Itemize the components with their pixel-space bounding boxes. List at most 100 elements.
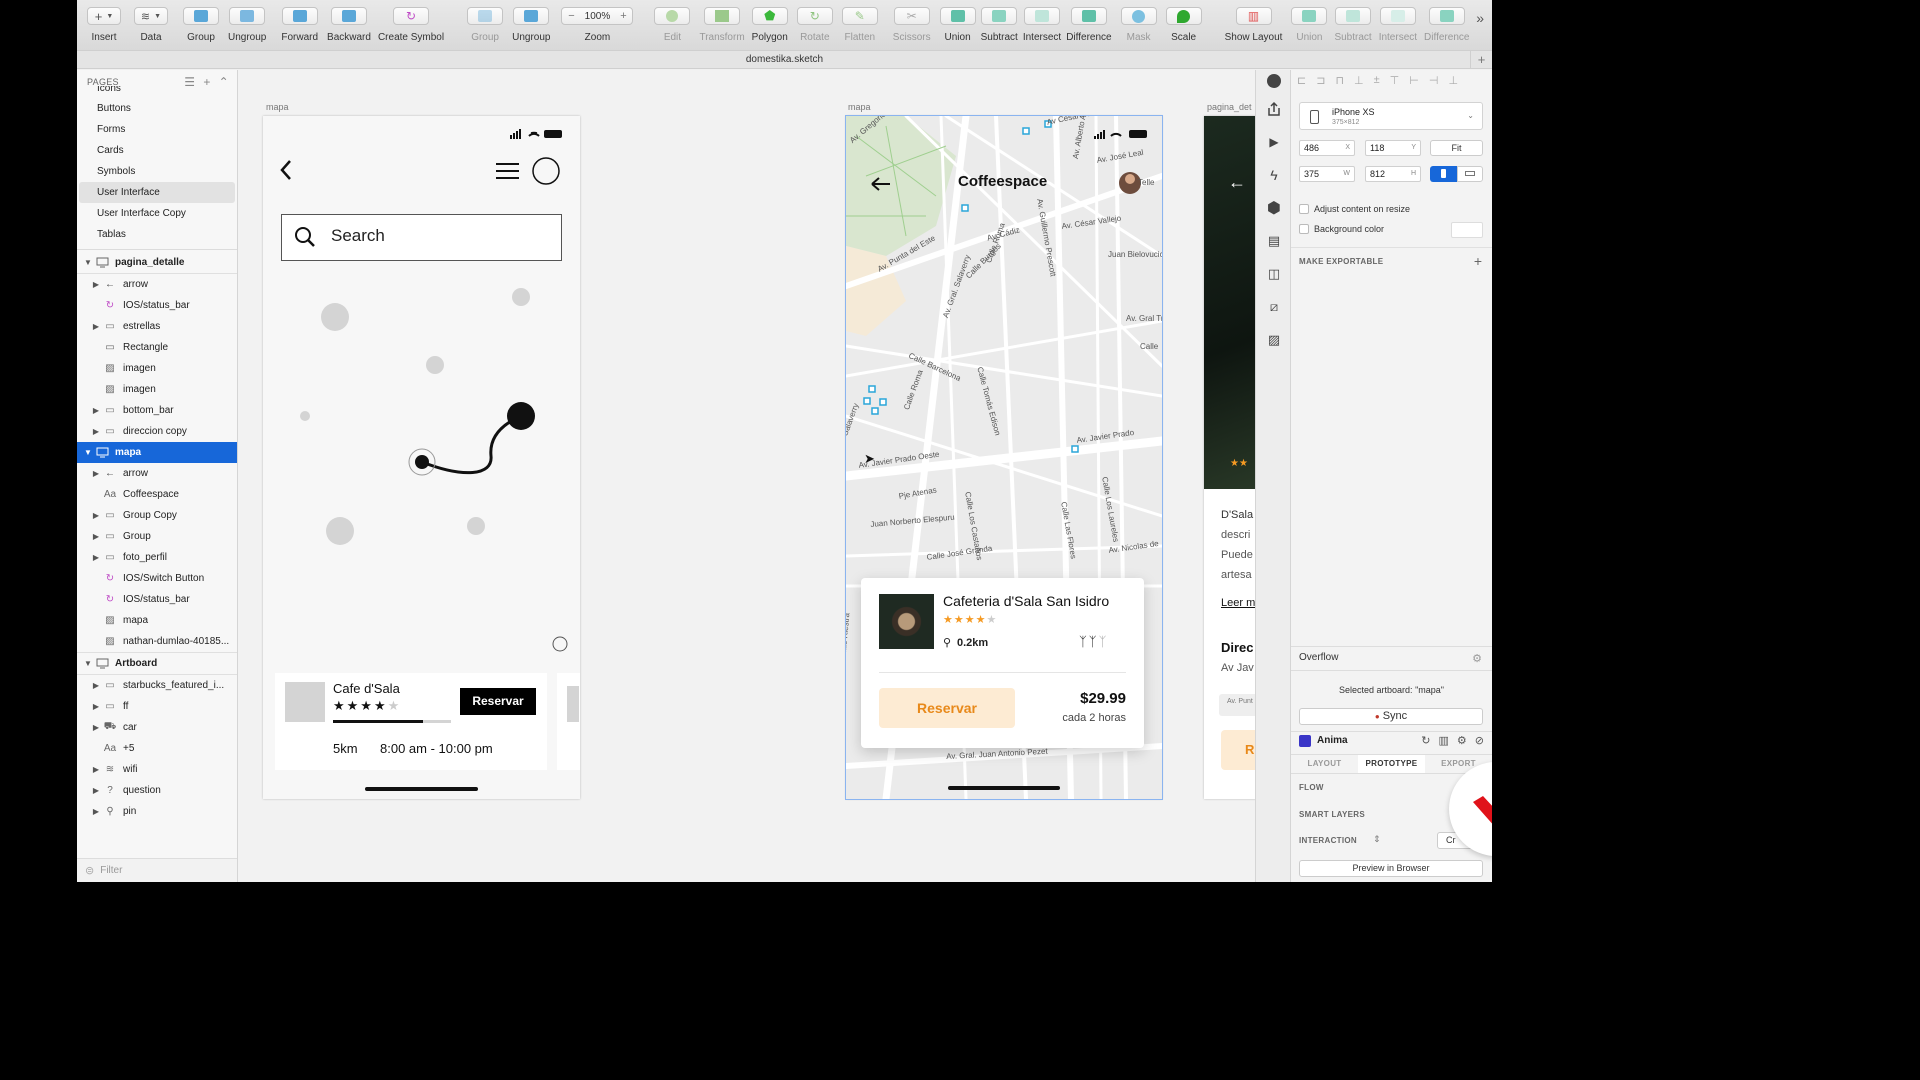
group-tool-2[interactable]: Group xyxy=(467,6,504,43)
width-field[interactable]: 375 W xyxy=(1299,166,1355,182)
intersect-tool[interactable]: Intersect xyxy=(1023,6,1061,43)
layer-row[interactable]: ↻ IOS/status_bar xyxy=(77,295,237,316)
panel-icon[interactable]: ▥ xyxy=(1439,734,1449,747)
page-user-interface[interactable]: User Interface xyxy=(79,182,235,203)
scissors-tool[interactable]: ✂ Scissors xyxy=(893,6,931,43)
disclosure-closed-icon[interactable]: ▶ xyxy=(91,807,101,816)
edit-tool[interactable]: Edit xyxy=(654,6,691,43)
hexagon-icon[interactable]: ⬢ xyxy=(1256,191,1292,224)
layer-row[interactable]: ▶ ⚲ pin xyxy=(77,801,237,822)
list-layout-icon[interactable]: ▤ xyxy=(1256,224,1292,257)
scale-tool[interactable]: Scale xyxy=(1165,6,1202,43)
adjust-content-checkbox[interactable]: Adjust content on resize xyxy=(1299,204,1410,214)
reservar-button[interactable]: Reservar xyxy=(879,688,1015,728)
add-export-icon[interactable]: + xyxy=(1474,253,1482,269)
layer-row[interactable]: ▨ imagen xyxy=(77,358,237,379)
subtract-tool-2[interactable]: Subtract xyxy=(1334,6,1372,43)
layer-row[interactable]: ↻ IOS/Switch Button xyxy=(77,568,237,589)
layer-row[interactable]: ▶ ▭ starbucks_featured_i... xyxy=(77,675,237,696)
layer-row[interactable]: ↻ IOS/status_bar xyxy=(77,589,237,610)
layer-row[interactable]: Aa +5 xyxy=(77,738,237,759)
page-symbols[interactable]: Symbols xyxy=(77,161,237,182)
landscape-toggle[interactable] xyxy=(1457,166,1483,182)
list-icon[interactable]: ☰ xyxy=(184,75,195,89)
layer-row[interactable]: ▨ mapa xyxy=(77,610,237,631)
union-tool[interactable]: Union xyxy=(939,6,976,43)
layer-row[interactable]: ▶ ← arrow xyxy=(77,274,237,295)
disclosure-closed-icon[interactable]: ▶ xyxy=(91,469,101,478)
layer-artboard[interactable]: ▼ Artboard xyxy=(77,653,237,674)
page-buttons[interactable]: Buttons xyxy=(77,98,237,119)
group-tool[interactable]: Group xyxy=(183,6,219,43)
difference-tool-2[interactable]: Difference xyxy=(1424,6,1469,43)
layer-row[interactable]: ▶ ▭ direccion copy xyxy=(77,421,237,442)
intersect-tool-2[interactable]: Intersect xyxy=(1379,6,1417,43)
disclosure-closed-icon[interactable]: ▶ xyxy=(91,723,101,732)
union-tool-2[interactable]: Union xyxy=(1291,6,1328,43)
image-icon[interactable]: ▨ xyxy=(1256,323,1292,356)
back-arrow-icon[interactable]: ← xyxy=(1228,172,1246,193)
backward-tool[interactable]: Backward xyxy=(327,6,371,43)
disclosure-open-icon[interactable]: ▼ xyxy=(83,448,93,457)
insert-tool[interactable]: + ▼ Insert xyxy=(87,6,121,43)
polygon-tool[interactable]: ⬟ Polygon xyxy=(752,6,788,43)
page-cards[interactable]: Cards xyxy=(77,140,237,161)
page-forms[interactable]: Forms xyxy=(77,119,237,140)
sync-button[interactable]: ● Sync xyxy=(1299,708,1483,725)
disclosure-closed-icon[interactable]: ▶ xyxy=(91,427,101,436)
toolbar-overflow-icon[interactable]: » xyxy=(1476,10,1484,26)
disclosure-closed-icon[interactable]: ▶ xyxy=(91,532,101,541)
create-symbol-tool[interactable]: ↻ Create Symbol xyxy=(378,6,444,43)
interaction-stepper-icon[interactable]: ⇕ xyxy=(1373,834,1381,845)
disclosure-closed-icon[interactable]: ▶ xyxy=(91,702,101,711)
disclosure-closed-icon[interactable]: ▶ xyxy=(91,553,101,562)
distribute-v-icon[interactable]: ⊣ xyxy=(1429,74,1439,87)
device-select[interactable]: iPhone XS 375×812 ⌄ xyxy=(1299,102,1483,130)
detail-reservar-button[interactable]: R xyxy=(1221,730,1255,770)
disclosure-closed-icon[interactable]: ▶ xyxy=(91,322,101,331)
layer-mapa[interactable]: ▼ mapa xyxy=(77,442,237,463)
layer-row[interactable]: ▭ Rectangle xyxy=(77,337,237,358)
gear-icon[interactable]: ⚙ xyxy=(1457,734,1467,747)
distribute-h-icon[interactable]: ⊢ xyxy=(1409,74,1419,87)
zoom-out-icon[interactable]: − xyxy=(568,10,574,22)
align-center-icon[interactable]: ⊐ xyxy=(1316,74,1325,87)
disclosure-open-icon[interactable]: ▼ xyxy=(83,258,93,267)
height-field[interactable]: 812 H xyxy=(1365,166,1421,182)
align-left-icon[interactable]: ⊏ xyxy=(1297,74,1306,87)
add-page-icon[interactable]: + xyxy=(203,75,210,89)
artboard-label-map[interactable]: mapa xyxy=(848,102,871,112)
disclosure-closed-icon[interactable]: ▶ xyxy=(91,681,101,690)
x-field[interactable]: 486 X xyxy=(1299,140,1355,156)
artboard-label-wireframe[interactable]: mapa xyxy=(266,102,289,112)
layer-row[interactable]: ▶ ▭ estrellas xyxy=(77,316,237,337)
fit-button[interactable]: Fit xyxy=(1430,140,1483,156)
page-user-interface-copy[interactable]: User Interface Copy xyxy=(77,203,237,224)
layer-row[interactable]: ▨ nathan-dumlao-40185... xyxy=(77,631,237,652)
ungroup-tool-2[interactable]: Ungroup xyxy=(512,6,550,43)
play-icon[interactable]: ▶ xyxy=(1256,125,1292,158)
page-icons[interactable]: Icons xyxy=(77,86,237,98)
lightning-icon[interactable]: ϟ xyxy=(1256,158,1292,191)
disclosure-closed-icon[interactable]: ▶ xyxy=(91,406,101,415)
add-tab-icon[interactable]: + xyxy=(1470,51,1492,68)
layer-row[interactable]: ▨ imagen xyxy=(77,379,237,400)
collapse-icon[interactable]: ⌃ xyxy=(219,75,229,89)
layer-row[interactable]: ▶ ⛟ car xyxy=(77,717,237,738)
portrait-toggle[interactable] xyxy=(1430,166,1457,182)
forward-tool[interactable]: Forward xyxy=(281,6,318,43)
zoom-in-icon[interactable]: + xyxy=(620,10,626,22)
layer-row[interactable]: ▶ ▭ Group xyxy=(77,526,237,547)
disclosure-closed-icon[interactable]: ▶ xyxy=(91,511,101,520)
layer-row[interactable]: ▶? question xyxy=(77,780,237,801)
difference-tool[interactable]: Difference xyxy=(1066,6,1112,43)
data-tool[interactable]: ≋ ▼ Data xyxy=(134,6,168,43)
align-top-icon[interactable]: ⊥ xyxy=(1354,74,1364,87)
align-right-icon[interactable]: ⊓ xyxy=(1335,74,1344,87)
page-tablas[interactable]: Tablas xyxy=(77,224,237,245)
layer-row[interactable]: ▶ ≋ wifi xyxy=(77,759,237,780)
detail-artboard[interactable]: ← ★★ D'Sala descri Puede artesa Leer m D… xyxy=(1204,116,1255,799)
background-color-swatch[interactable] xyxy=(1451,222,1483,238)
settings-gear-icon[interactable]: ⚙ xyxy=(1472,652,1482,665)
cafe-info-card[interactable]: Cafeteria d'Sala San Isidro ★★★★★ ⚲ 0.2k… xyxy=(861,578,1144,748)
